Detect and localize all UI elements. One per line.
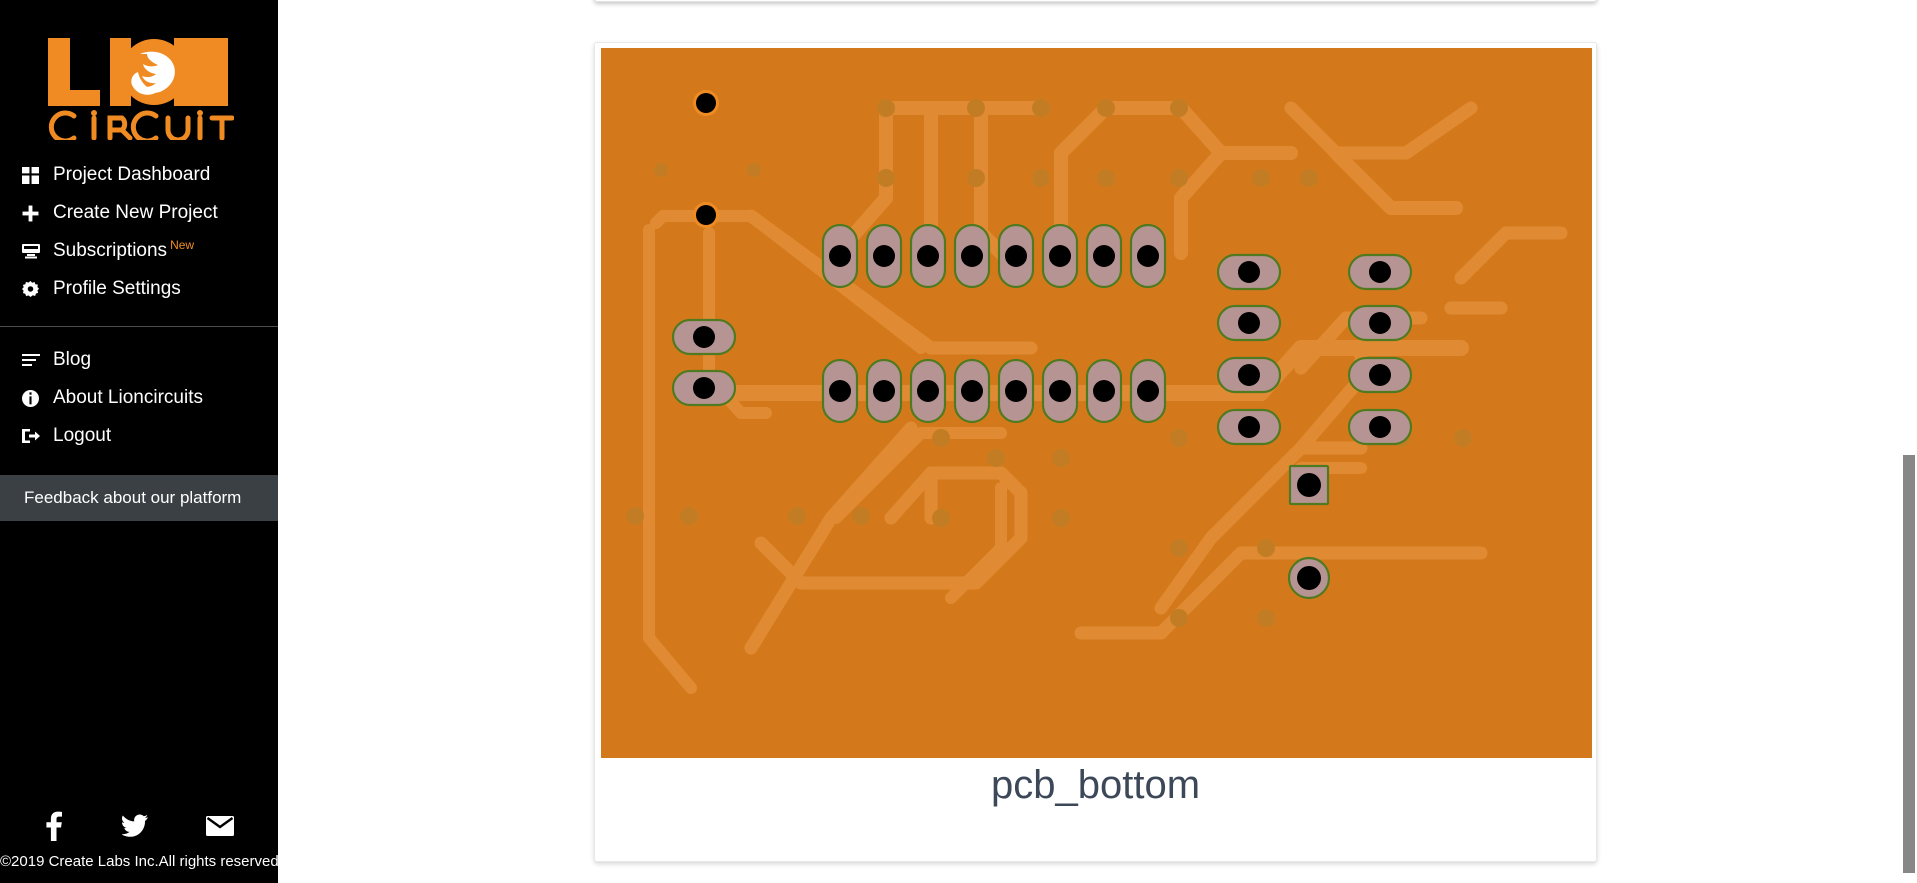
facebook-icon[interactable]: [44, 811, 64, 841]
info-circle-icon: [22, 389, 48, 407]
sidebar-item-label: Project Dashboard: [53, 164, 211, 185]
sidebar: Project Dashboard Create New Project Sub…: [0, 0, 278, 883]
logout-icon: [22, 428, 48, 444]
square-pad: [1288, 464, 1330, 506]
feedback-button[interactable]: Feedback about our platform: [0, 475, 278, 521]
plus-icon: [22, 205, 48, 222]
sidebar-item-project-dashboard[interactable]: Project Dashboard: [0, 156, 278, 194]
sidebar-item-about-lioncircuits[interactable]: About Lioncircuits: [0, 379, 278, 417]
sidebar-item-label: About Lioncircuits: [53, 387, 203, 408]
sidebar-item-blog[interactable]: Blog: [0, 341, 278, 379]
sidebar-divider: [0, 326, 278, 327]
sidebar-item-label: Logout: [53, 425, 112, 446]
lines-icon: [22, 353, 48, 367]
previous-card-edge: [594, 0, 1597, 2]
sidebar-secondary-nav: Blog About Lioncircuits Logout: [0, 337, 278, 461]
sidebar-item-label: Create New Project: [53, 202, 218, 223]
round-pad: [1287, 556, 1331, 600]
grid-icon: [22, 166, 48, 184]
brand-logo[interactable]: [0, 0, 278, 152]
social-links: [0, 811, 278, 841]
pcb-preview-card: .trace { stroke:#e08b33; fill:none; stro…: [594, 42, 1597, 862]
main-content: .trace { stroke:#e08b33; fill:none; stro…: [278, 0, 1917, 883]
email-icon[interactable]: [206, 811, 234, 841]
monitor-icon: [22, 243, 48, 259]
pcb-bottom-render: .trace { stroke:#e08b33; fill:none; stro…: [601, 48, 1592, 758]
sidebar-item-label: Profile Settings: [53, 278, 181, 299]
pcb-image[interactable]: .trace { stroke:#e08b33; fill:none; stro…: [601, 48, 1592, 758]
status-badge-new: New: [170, 238, 195, 252]
sidebar-item-subscriptions[interactable]: Subscriptions New: [0, 232, 278, 270]
page-scrollbar[interactable]: [1900, 0, 1917, 883]
sidebar-item-profile-settings[interactable]: Profile Settings: [0, 270, 278, 308]
sidebar-item-create-new-project[interactable]: Create New Project: [0, 194, 278, 232]
scrollbar-thumb[interactable]: [1903, 455, 1915, 873]
lion-circuits-logo-icon: [48, 38, 234, 140]
copyright-text: ©2019 Create Labs Inc.All rights reserve…: [0, 853, 278, 870]
sidebar-item-label: Blog: [53, 349, 92, 370]
sidebar-item-label: Subscriptions: [53, 240, 168, 261]
sidebar-primary-nav: Project Dashboard Create New Project Sub…: [0, 152, 278, 314]
twitter-icon[interactable]: [122, 811, 148, 841]
sidebar-item-logout[interactable]: Logout: [0, 417, 278, 455]
pcb-caption: pcb_bottom: [990, 763, 1201, 807]
gear-icon: [22, 280, 48, 298]
